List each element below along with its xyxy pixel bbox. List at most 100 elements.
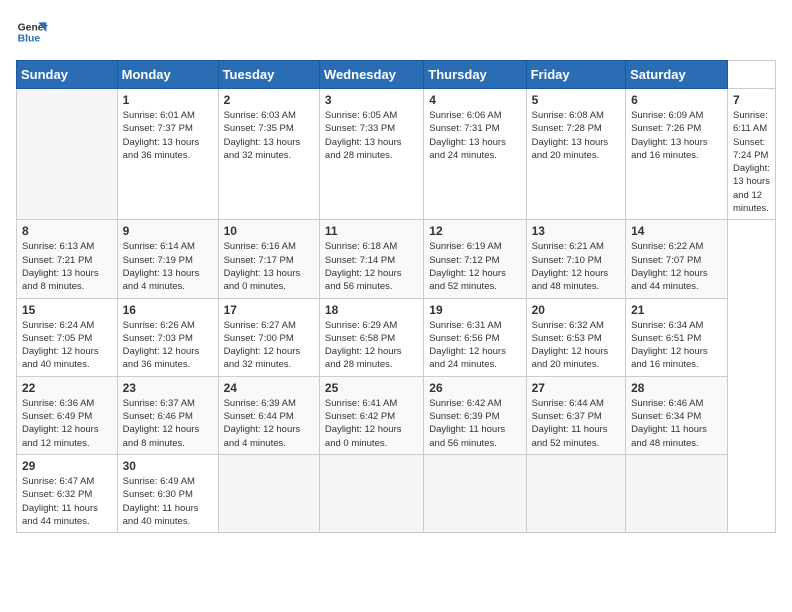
day-number: 10 xyxy=(224,224,314,238)
day-header-sunday: Sunday xyxy=(17,61,118,89)
svg-text:Blue: Blue xyxy=(18,34,41,45)
day-number: 11 xyxy=(325,224,418,238)
day-info: Sunrise: 6:47 AMSunset: 6:32 PMDaylight:… xyxy=(22,475,112,528)
logo: General Blue xyxy=(16,16,48,48)
day-info: Sunrise: 6:37 AMSunset: 6:46 PMDaylight:… xyxy=(123,397,213,450)
day-info: Sunrise: 6:46 AMSunset: 6:34 PMDaylight:… xyxy=(631,397,722,450)
calendar-cell xyxy=(319,454,423,532)
calendar-cell: 10 Sunrise: 6:16 AMSunset: 7:17 PMDayligh… xyxy=(218,220,319,298)
calendar-cell: 28 Sunrise: 6:46 AMSunset: 6:34 PMDayligh… xyxy=(626,376,728,454)
calendar-week-1: 1Sunrise: 6:01 AMSunset: 7:37 PMDaylight… xyxy=(17,89,776,220)
day-number: 4 xyxy=(429,93,520,107)
day-header-thursday: Thursday xyxy=(424,61,526,89)
day-info: Sunrise: 6:21 AMSunset: 7:10 PMDaylight:… xyxy=(532,240,620,293)
day-info: Sunrise: 6:39 AMSunset: 6:44 PMDaylight:… xyxy=(224,397,314,450)
day-number: 13 xyxy=(532,224,620,238)
calendar-cell xyxy=(626,454,728,532)
day-number: 29 xyxy=(22,459,112,473)
day-number: 18 xyxy=(325,303,418,317)
calendar-cell: 4 Sunrise: 6:06 AMSunset: 7:31 PMDaylight… xyxy=(424,89,526,220)
day-info: Sunrise: 6:13 AMSunset: 7:21 PMDaylight:… xyxy=(22,240,112,293)
day-info: Sunrise: 6:26 AMSunset: 7:03 PMDaylight:… xyxy=(123,319,213,372)
calendar-cell: 12Sunrise: 6:19 AMSunset: 7:12 PMDayligh… xyxy=(424,220,526,298)
day-number: 15 xyxy=(22,303,112,317)
day-info: Sunrise: 6:31 AMSunset: 6:56 PMDaylight:… xyxy=(429,319,520,372)
calendar-week-5: 29 Sunrise: 6:47 AMSunset: 6:32 PMDayligh… xyxy=(17,454,776,532)
page-header: General Blue xyxy=(16,16,776,48)
day-header-tuesday: Tuesday xyxy=(218,61,319,89)
day-info: Sunrise: 6:36 AMSunset: 6:49 PMDaylight:… xyxy=(22,397,112,450)
day-info: Sunrise: 6:18 AMSunset: 7:14 PMDaylight:… xyxy=(325,240,418,293)
calendar-cell: 24 Sunrise: 6:39 AMSunset: 6:44 PMDayligh… xyxy=(218,376,319,454)
day-number: 6 xyxy=(631,93,722,107)
day-info: Sunrise: 6:03 AMSunset: 7:35 PMDaylight:… xyxy=(224,109,314,162)
day-header-wednesday: Wednesday xyxy=(319,61,423,89)
day-number: 2 xyxy=(224,93,314,107)
day-info: Sunrise: 6:09 AMSunset: 7:26 PMDaylight:… xyxy=(631,109,722,162)
calendar-cell: 27 Sunrise: 6:44 AMSunset: 6:37 PMDayligh… xyxy=(526,376,625,454)
calendar-cell: 9 Sunrise: 6:14 AMSunset: 7:19 PMDaylight… xyxy=(117,220,218,298)
day-number: 23 xyxy=(123,381,213,395)
calendar-cell xyxy=(17,89,118,220)
day-info: Sunrise: 6:06 AMSunset: 7:31 PMDaylight:… xyxy=(429,109,520,162)
day-header-saturday: Saturday xyxy=(626,61,728,89)
day-number: 12 xyxy=(429,224,520,238)
day-number: 24 xyxy=(224,381,314,395)
calendar-cell: 25Sunrise: 6:41 AMSunset: 6:42 PMDayligh… xyxy=(319,376,423,454)
calendar-cell: 30 Sunrise: 6:49 AMSunset: 6:30 PMDayligh… xyxy=(117,454,218,532)
day-info: Sunrise: 6:08 AMSunset: 7:28 PMDaylight:… xyxy=(532,109,620,162)
calendar-cell: 15Sunrise: 6:24 AMSunset: 7:05 PMDayligh… xyxy=(17,298,118,376)
day-info: Sunrise: 6:32 AMSunset: 6:53 PMDaylight:… xyxy=(532,319,620,372)
day-number: 9 xyxy=(123,224,213,238)
day-header-monday: Monday xyxy=(117,61,218,89)
calendar-cell: 7 Sunrise: 6:11 AMSunset: 7:24 PMDaylight… xyxy=(727,89,775,220)
calendar-cell: 26Sunrise: 6:42 AMSunset: 6:39 PMDayligh… xyxy=(424,376,526,454)
day-header-friday: Friday xyxy=(526,61,625,89)
day-number: 28 xyxy=(631,381,722,395)
calendar-cell: 19 Sunrise: 6:31 AMSunset: 6:56 PMDayligh… xyxy=(424,298,526,376)
day-info: Sunrise: 6:27 AMSunset: 7:00 PMDaylight:… xyxy=(224,319,314,372)
calendar-cell: 11 Sunrise: 6:18 AMSunset: 7:14 PMDayligh… xyxy=(319,220,423,298)
calendar-cell: 23 Sunrise: 6:37 AMSunset: 6:46 PMDayligh… xyxy=(117,376,218,454)
calendar-header: SundayMondayTuesdayWednesdayThursdayFrid… xyxy=(17,61,776,89)
calendar-cell: 16Sunrise: 6:26 AMSunset: 7:03 PMDayligh… xyxy=(117,298,218,376)
day-number: 5 xyxy=(532,93,620,107)
calendar-table: SundayMondayTuesdayWednesdayThursdayFrid… xyxy=(16,60,776,533)
day-number: 1 xyxy=(123,93,213,107)
day-number: 20 xyxy=(532,303,620,317)
calendar-cell xyxy=(424,454,526,532)
day-info: Sunrise: 6:11 AMSunset: 7:24 PMDaylight:… xyxy=(733,109,770,215)
day-info: Sunrise: 6:14 AMSunset: 7:19 PMDaylight:… xyxy=(123,240,213,293)
day-info: Sunrise: 6:16 AMSunset: 7:17 PMDaylight:… xyxy=(224,240,314,293)
day-number: 3 xyxy=(325,93,418,107)
calendar-week-3: 15Sunrise: 6:24 AMSunset: 7:05 PMDayligh… xyxy=(17,298,776,376)
calendar-cell: 29 Sunrise: 6:47 AMSunset: 6:32 PMDayligh… xyxy=(17,454,118,532)
day-number: 17 xyxy=(224,303,314,317)
calendar-cell xyxy=(218,454,319,532)
day-info: Sunrise: 6:44 AMSunset: 6:37 PMDaylight:… xyxy=(532,397,620,450)
day-number: 7 xyxy=(733,93,770,107)
calendar-cell: 17 Sunrise: 6:27 AMSunset: 7:00 PMDayligh… xyxy=(218,298,319,376)
calendar-cell: 14 Sunrise: 6:22 AMSunset: 7:07 PMDayligh… xyxy=(626,220,728,298)
day-info: Sunrise: 6:05 AMSunset: 7:33 PMDaylight:… xyxy=(325,109,418,162)
day-number: 8 xyxy=(22,224,112,238)
day-info: Sunrise: 6:41 AMSunset: 6:42 PMDaylight:… xyxy=(325,397,418,450)
calendar-cell xyxy=(526,454,625,532)
calendar-cell: 2 Sunrise: 6:03 AMSunset: 7:35 PMDaylight… xyxy=(218,89,319,220)
day-number: 30 xyxy=(123,459,213,473)
day-number: 14 xyxy=(631,224,722,238)
day-info: Sunrise: 6:42 AMSunset: 6:39 PMDaylight:… xyxy=(429,397,520,450)
calendar-cell: 21Sunrise: 6:34 AMSunset: 6:51 PMDayligh… xyxy=(626,298,728,376)
day-info: Sunrise: 6:29 AMSunset: 6:58 PMDaylight:… xyxy=(325,319,418,372)
calendar-cell: 13 Sunrise: 6:21 AMSunset: 7:10 PMDayligh… xyxy=(526,220,625,298)
calendar-cell: 3 Sunrise: 6:05 AMSunset: 7:33 PMDaylight… xyxy=(319,89,423,220)
day-info: Sunrise: 6:49 AMSunset: 6:30 PMDaylight:… xyxy=(123,475,213,528)
day-info: Sunrise: 6:22 AMSunset: 7:07 PMDaylight:… xyxy=(631,240,722,293)
day-number: 19 xyxy=(429,303,520,317)
calendar-cell: 5 Sunrise: 6:08 AMSunset: 7:28 PMDaylight… xyxy=(526,89,625,220)
calendar-cell: 20 Sunrise: 6:32 AMSunset: 6:53 PMDayligh… xyxy=(526,298,625,376)
day-number: 27 xyxy=(532,381,620,395)
calendar-week-4: 22 Sunrise: 6:36 AMSunset: 6:49 PMDayligh… xyxy=(17,376,776,454)
day-number: 22 xyxy=(22,381,112,395)
calendar-cell: 22 Sunrise: 6:36 AMSunset: 6:49 PMDayligh… xyxy=(17,376,118,454)
